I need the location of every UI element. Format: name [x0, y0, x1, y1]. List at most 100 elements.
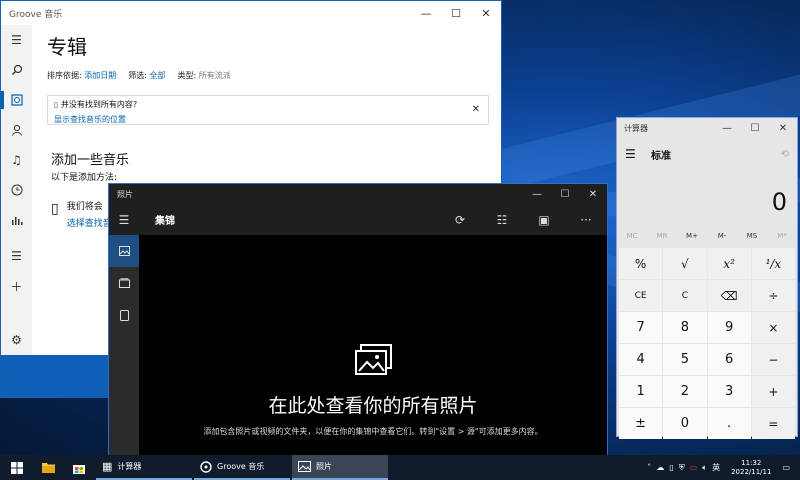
page-title: 集锦 — [155, 216, 175, 227]
taskbar-app-groove[interactable]: Groove 音乐 — [194, 455, 290, 480]
show-hidden-icons-icon[interactable]: ˄ — [647, 463, 651, 472]
filter-value[interactable]: 全部 — [150, 71, 166, 80]
memory-recall-button[interactable]: MR — [647, 228, 677, 244]
clock-time: 11:32 — [741, 458, 762, 467]
file-explorer-icon[interactable] — [34, 455, 62, 480]
volume-icon[interactable]: 🔈︎ — [702, 463, 707, 473]
new-playlist-icon[interactable]: ＋ — [1, 271, 32, 301]
show-music-locations-link[interactable]: 显示查找音乐的位置 — [54, 114, 482, 125]
divide-key[interactable]: ÷ — [751, 280, 795, 311]
security-icon[interactable]: ⛨ — [679, 463, 685, 473]
genre-label: 类型: — [177, 71, 197, 80]
backspace-key[interactable]: ⌫ — [707, 280, 751, 311]
store-icon[interactable] — [62, 455, 96, 480]
history-icon[interactable]: ⟲ — [781, 149, 789, 160]
maximize-button[interactable]: ☐ — [441, 1, 471, 25]
songs-icon[interactable]: ♫ — [1, 145, 32, 175]
minimize-button[interactable]: — — [713, 118, 741, 138]
calculator-icon: ▦ — [102, 460, 113, 473]
percent-key[interactable]: % — [619, 248, 663, 279]
groove-nav-rail: ☰ ♫ ☰ ＋ ⚙ — [1, 25, 32, 355]
digit-7-key[interactable]: 7 — [619, 312, 663, 343]
recent-icon[interactable] — [1, 175, 32, 205]
folders-nav-icon[interactable] — [109, 299, 139, 331]
device-icon: ▯ — [51, 201, 59, 217]
collection-nav-icon[interactable] — [109, 235, 139, 267]
clear-key[interactable]: C — [663, 280, 707, 311]
memory-clear-button[interactable]: MC — [617, 228, 647, 244]
settings-icon[interactable]: ⚙ — [1, 325, 32, 355]
negate-key[interactable]: ± — [619, 408, 663, 439]
digit-8-key[interactable]: 8 — [663, 312, 707, 343]
photos-icon — [298, 461, 311, 472]
groove-titlebar[interactable]: Groove 音乐 — ☐ ✕ — [1, 1, 501, 25]
digit-3-key[interactable]: 3 — [707, 376, 751, 407]
close-button[interactable]: ✕ — [579, 184, 607, 204]
dismiss-notice-button[interactable]: ✕ — [472, 104, 480, 115]
empty-state-subtitle: 添加包含照片或视频的文件夹，以便在你的集锦中查看它们。转到"设置 > 源"可添加… — [203, 427, 543, 436]
taskbar-app-label: 照片 — [316, 462, 332, 471]
digit-5-key[interactable]: 5 — [663, 344, 707, 375]
digit-4-key[interactable]: 4 — [619, 344, 663, 375]
usb-icon[interactable]: ▯ — [669, 463, 673, 472]
hamburger-icon[interactable]: ☰ — [109, 213, 139, 227]
decimal-key[interactable]: . — [707, 408, 751, 439]
albums-nav-icon[interactable] — [109, 267, 139, 299]
select-icon[interactable]: ☷ — [481, 213, 523, 227]
digit-0-key[interactable]: 0 — [663, 408, 707, 439]
memory-store-button[interactable]: MS — [737, 228, 767, 244]
genre-control[interactable]: 类型: 所有流派 — [178, 70, 231, 81]
calculator-titlebar[interactable]: 计算器 — ☐ ✕ — [617, 118, 797, 138]
clock-date: 2022/11/11 — [731, 467, 772, 476]
memory-add-button[interactable]: M+ — [677, 228, 707, 244]
multiply-key[interactable]: × — [751, 312, 795, 343]
now-playing-icon[interactable] — [1, 205, 32, 235]
sort-value[interactable]: 添加日期 — [84, 71, 116, 80]
digit-1-key[interactable]: 1 — [619, 376, 663, 407]
sort-control[interactable]: 排序依据: 添加日期 — [47, 70, 116, 81]
artists-icon[interactable] — [1, 115, 32, 145]
minimize-button[interactable]: — — [411, 1, 441, 25]
filter-control[interactable]: 筛选: 全部 — [128, 70, 165, 81]
clear-entry-key[interactable]: CE — [619, 280, 663, 311]
maximize-button[interactable]: ☐ — [741, 118, 769, 138]
memory-subtract-button[interactable]: M- — [707, 228, 737, 244]
refresh-icon[interactable]: ⟳ — [439, 213, 481, 227]
hamburger-icon[interactable]: ☰ — [625, 147, 651, 161]
albums-icon[interactable] — [1, 85, 32, 115]
network-icon[interactable]: ▭ — [690, 463, 698, 472]
digit-9-key[interactable]: 9 — [707, 312, 751, 343]
option-link[interactable]: 选择查找音 — [67, 216, 112, 229]
onedrive-icon[interactable]: ☁ — [656, 463, 664, 472]
close-button[interactable]: ✕ — [471, 1, 501, 25]
equals-key[interactable]: = — [751, 408, 795, 439]
slideshow-icon[interactable]: ▣ — [523, 213, 565, 227]
genre-value[interactable]: 所有流派 — [199, 71, 231, 80]
hamburger-icon[interactable]: ☰ — [1, 25, 32, 55]
calculator-display: 0 — [771, 188, 787, 216]
memory-list-button[interactable]: M* — [767, 228, 797, 244]
ime-indicator[interactable]: 英 — [712, 462, 720, 473]
subtract-key[interactable]: − — [751, 344, 795, 375]
search-icon[interactable] — [1, 55, 32, 85]
square-key[interactable]: x² — [707, 248, 751, 279]
sort-label: 排序依据: — [47, 71, 82, 80]
digit-6-key[interactable]: 6 — [707, 344, 751, 375]
taskbar-app-calculator[interactable]: ▦ 计算器 — [96, 455, 192, 480]
close-button[interactable]: ✕ — [769, 118, 797, 138]
clock[interactable]: 11:32 2022/11/11 — [731, 459, 771, 477]
sqrt-key[interactable]: √ — [663, 248, 707, 279]
windows-icon — [11, 461, 23, 474]
photos-titlebar[interactable]: 照片 — ☐ ✕ — [109, 184, 607, 204]
info-icon: ▯ — [54, 101, 58, 109]
reciprocal-key[interactable]: ¹/x — [751, 248, 795, 279]
taskbar-app-photos[interactable]: 照片 — [292, 455, 388, 480]
maximize-button[interactable]: ☐ — [551, 184, 579, 204]
more-icon[interactable]: ··· — [565, 213, 607, 227]
add-key[interactable]: + — [751, 376, 795, 407]
start-button[interactable] — [0, 455, 34, 480]
digit-2-key[interactable]: 2 — [663, 376, 707, 407]
playlist-icon[interactable]: ☰ — [1, 241, 32, 271]
notifications-icon[interactable]: ▭ — [782, 463, 790, 472]
minimize-button[interactable]: — — [523, 184, 551, 204]
